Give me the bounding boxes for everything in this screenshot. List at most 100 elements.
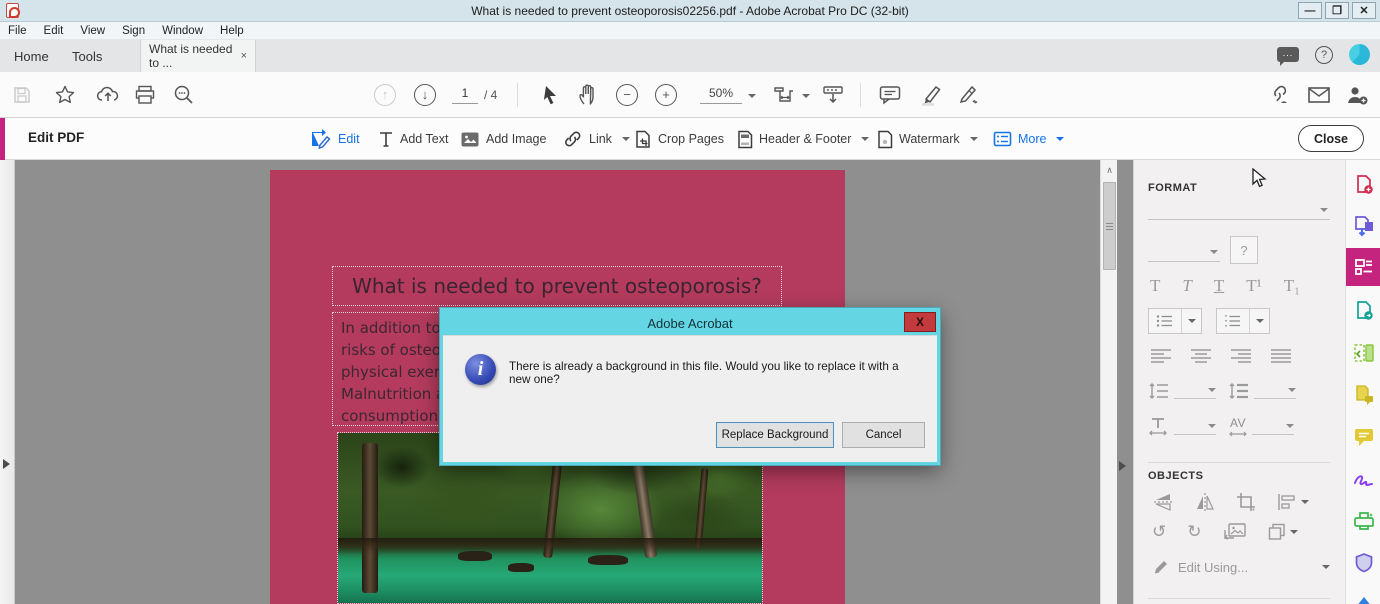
print-icon[interactable]	[134, 85, 156, 105]
share-link-icon[interactable]	[1266, 83, 1292, 107]
fill-sign-icon[interactable]	[956, 83, 984, 107]
crop-object-icon[interactable]	[1236, 492, 1256, 512]
save-icon[interactable]	[12, 85, 32, 105]
text-bold-button[interactable]: T	[1150, 276, 1160, 296]
organize-pages-tool-icon[interactable]	[1346, 336, 1380, 370]
cancel-button[interactable]: Cancel	[842, 422, 925, 448]
text-subscript-button[interactable]: T₁	[1284, 276, 1300, 296]
flip-vertical-icon[interactable]	[1152, 492, 1174, 512]
fill-sign-tool-icon[interactable]	[1346, 462, 1380, 496]
close-window-button[interactable]: ✕	[1352, 2, 1376, 19]
help-icon[interactable]: ?	[1315, 46, 1333, 64]
comment-tool-icon[interactable]	[1346, 420, 1380, 454]
close-edit-pdf-button[interactable]: Close	[1298, 125, 1364, 152]
add-text-button[interactable]: Add Text	[378, 118, 448, 160]
highlighter-icon[interactable]	[918, 83, 944, 107]
menu-edit[interactable]: Edit	[44, 25, 64, 37]
char-spacing-select[interactable]	[1252, 419, 1294, 435]
create-pdf-tool-icon[interactable]	[1346, 168, 1380, 202]
font-family-select[interactable]	[1148, 202, 1330, 220]
more-button[interactable]: More	[993, 118, 1064, 160]
font-size-select[interactable]	[1148, 244, 1220, 262]
dialog-close-button[interactable]: X	[904, 312, 936, 332]
dialog-title-bar[interactable]: Adobe Acrobat	[443, 311, 937, 335]
previous-page-icon[interactable]: ↑	[374, 84, 396, 106]
edit-using-button[interactable]: Edit Using...	[1152, 558, 1330, 576]
zoom-in-icon[interactable]: +	[655, 84, 677, 106]
edit-tool-button[interactable]: Edit	[310, 118, 360, 160]
numbered-list-button[interactable]	[1216, 308, 1270, 334]
tab-home[interactable]: Home	[14, 40, 49, 72]
align-objects-button[interactable]	[1277, 493, 1309, 511]
scroll-up-icon[interactable]: ∧	[1102, 162, 1117, 178]
scan-ocr-tool-icon[interactable]	[1346, 504, 1380, 538]
tab-tools[interactable]: Tools	[72, 40, 102, 72]
edit-pdf-tool-icon[interactable]	[1346, 248, 1380, 286]
more-tools-icon[interactable]	[1346, 588, 1380, 604]
nav-pane-expand-icon[interactable]	[3, 459, 15, 469]
replace-image-icon[interactable]	[1223, 522, 1247, 542]
protect-tool-icon[interactable]	[1346, 546, 1380, 580]
zoom-level-select[interactable]: 50%	[700, 86, 742, 104]
add-person-icon[interactable]	[1344, 83, 1370, 107]
crop-pages-button[interactable]: Crop Pages	[634, 118, 724, 160]
tab-document[interactable]: What is needed to ... ×	[140, 40, 256, 72]
panel-collapse-icon[interactable]	[1119, 461, 1131, 471]
menu-sign[interactable]: Sign	[122, 25, 145, 37]
horizontal-scale-icon[interactable]	[1148, 417, 1170, 437]
menu-file[interactable]: File	[8, 25, 27, 37]
format-help-button[interactable]: ?	[1230, 236, 1258, 264]
align-left-icon[interactable]	[1150, 348, 1172, 364]
line-spacing-select[interactable]	[1174, 383, 1216, 399]
align-right-icon[interactable]	[1230, 348, 1252, 364]
align-center-icon[interactable]	[1190, 348, 1212, 364]
align-justify-icon[interactable]	[1270, 348, 1292, 364]
horizontal-scale-select[interactable]	[1174, 419, 1216, 435]
email-icon[interactable]	[1306, 85, 1332, 105]
document-scrollbar[interactable]: ∧	[1100, 160, 1117, 604]
menu-window[interactable]: Window	[162, 25, 203, 37]
bulleted-list-caret-icon[interactable]	[1181, 309, 1201, 333]
text-italic-button[interactable]: T	[1182, 276, 1191, 296]
zoom-out-icon[interactable]: −	[616, 84, 638, 106]
fit-width-icon[interactable]	[772, 84, 796, 106]
paragraph-spacing-select[interactable]	[1254, 383, 1296, 399]
arrange-objects-button[interactable]	[1268, 523, 1298, 541]
minimize-button[interactable]: —	[1298, 2, 1322, 19]
numbered-list-caret-icon[interactable]	[1249, 309, 1269, 333]
menu-view[interactable]: View	[80, 25, 105, 37]
char-spacing-icon[interactable]: AV	[1228, 416, 1248, 438]
comment-icon[interactable]	[878, 84, 902, 106]
export-pdf-tool-icon[interactable]	[1346, 294, 1380, 328]
zoom-dropdown-caret-icon[interactable]	[744, 92, 756, 100]
user-avatar[interactable]	[1349, 44, 1370, 65]
flip-horizontal-icon[interactable]	[1195, 492, 1215, 512]
doc-title-textbox[interactable]: What is needed to prevent osteoporosis?	[332, 266, 782, 306]
combine-files-tool-icon[interactable]	[1346, 210, 1380, 244]
add-image-button[interactable]: Add Image	[460, 118, 546, 160]
notifications-icon[interactable]: ...	[1277, 47, 1299, 62]
line-spacing-icon[interactable]	[1148, 382, 1170, 400]
header-footer-button[interactable]: Header & Footer	[737, 118, 869, 160]
share-cloud-icon[interactable]	[96, 85, 120, 105]
request-signatures-tool-icon[interactable]	[1346, 378, 1380, 412]
search-icon[interactable]	[172, 83, 196, 107]
fit-dropdown-caret-icon[interactable]	[798, 92, 810, 100]
scrolling-mode-icon[interactable]	[820, 84, 846, 106]
restore-button[interactable]: ❐	[1325, 2, 1349, 19]
text-superscript-button[interactable]: T¹	[1246, 276, 1261, 296]
replace-background-button[interactable]: Replace Background	[716, 422, 834, 448]
select-tool-icon[interactable]	[540, 84, 558, 106]
watermark-button[interactable]: Watermark	[877, 118, 978, 160]
link-button[interactable]: Link	[563, 118, 630, 160]
hand-tool-icon[interactable]	[577, 83, 599, 107]
menu-help[interactable]: Help	[220, 25, 244, 37]
rotate-counterclockwise-icon[interactable]: ↺	[1152, 522, 1166, 542]
star-favorites-icon[interactable]	[54, 84, 76, 106]
page-number-input[interactable]: 1	[452, 86, 478, 104]
tab-close-icon[interactable]: ×	[241, 50, 247, 62]
bulleted-list-button[interactable]	[1148, 308, 1202, 334]
scrollbar-thumb[interactable]	[1103, 182, 1116, 270]
paragraph-spacing-icon[interactable]	[1228, 382, 1250, 400]
text-underline-button[interactable]: T	[1214, 276, 1224, 296]
